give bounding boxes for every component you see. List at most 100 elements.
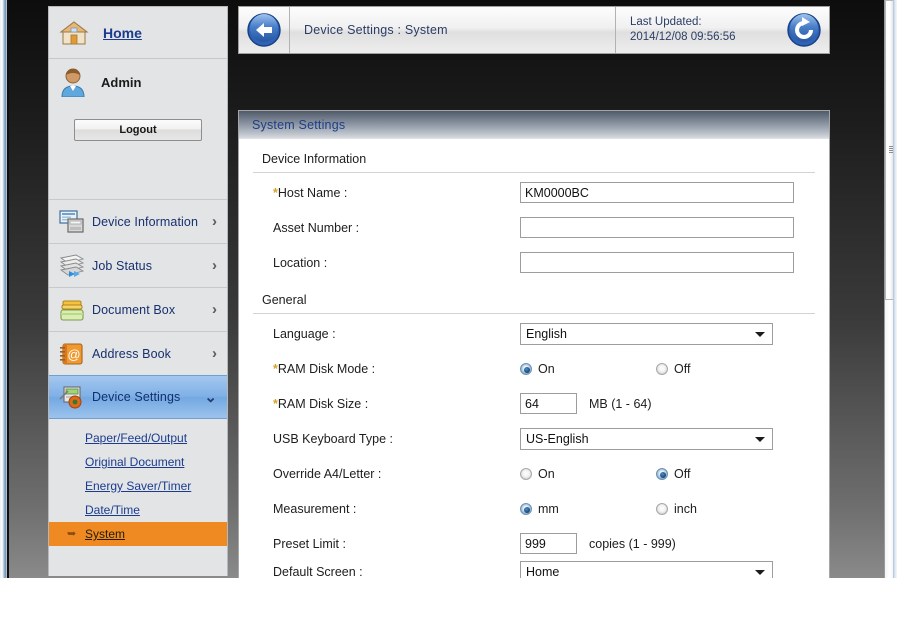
sidebar-subitem-label[interactable]: Energy Saver/Timer — [85, 479, 191, 493]
field-control: US-English — [520, 427, 815, 450]
chevron-right-icon: › — [212, 257, 217, 274]
field-row-ram-disk-mode: *RAM Disk Mode : On Off — [253, 351, 815, 386]
override-a4-letter-off-radio[interactable]: Off — [656, 467, 690, 481]
last-updated: Last Updated: 2014/12/08 09:56:56 — [616, 15, 784, 45]
last-updated-value: 2014/12/08 09:56:56 — [630, 31, 736, 43]
location-input[interactable] — [520, 252, 794, 273]
sidebar-item-label: Device Information — [92, 214, 199, 229]
field-label: *RAM Disk Size : — [273, 397, 520, 411]
radio-selected-icon — [656, 467, 668, 480]
chevron-right-icon: › — [212, 301, 217, 318]
sidebar-item-address-book[interactable]: @ Address Book › — [49, 331, 227, 375]
sidebar-submenu: Paper/Feed/Output Original Document Ener… — [49, 419, 227, 546]
logout-button[interactable]: Logout — [74, 119, 202, 141]
sidebar-subitem-system[interactable]: ➥ System — [49, 522, 227, 546]
selection-arrow-icon: ➥ — [67, 528, 77, 540]
field-control: Home — [520, 561, 815, 578]
label-text: RAM Disk Size : — [277, 396, 369, 411]
section-title-general: General — [253, 280, 815, 314]
language-select[interactable]: English — [520, 322, 773, 345]
window-left-edge-inner — [7, 0, 9, 578]
ram-disk-mode-off-radio[interactable]: Off — [656, 362, 690, 376]
chevron-down-icon: ⌄ — [204, 389, 217, 406]
device-settings-icon — [59, 385, 85, 409]
sidebar-subitem-original-document[interactable]: Original Document — [49, 450, 227, 474]
field-label: Override A4/Letter : — [273, 466, 382, 481]
field-row-preset-limit: Preset Limit : copies (1 - 999) — [253, 526, 815, 561]
panel-body: Device Information *Host Name : Asset Nu… — [239, 139, 829, 578]
user-avatar-icon — [59, 67, 87, 98]
sidebar-item-job-status[interactable]: Job Status › — [49, 243, 227, 287]
sidebar-item-device-information[interactable]: Device Information › — [49, 199, 227, 243]
system-settings-panel: System Settings Device Information *Host… — [238, 110, 830, 578]
sidebar-subitem-energy-saver-timer[interactable]: Energy Saver/Timer — [49, 474, 227, 498]
chevron-down-icon — [755, 436, 765, 442]
radio-unselected-icon — [656, 502, 668, 515]
ram-disk-size-input[interactable] — [520, 393, 577, 414]
preset-limit-input[interactable] — [520, 533, 577, 554]
ram-disk-mode-on-radio[interactable]: On — [520, 362, 656, 376]
window-left-edge — [0, 0, 7, 578]
chevron-down-icon — [755, 331, 765, 337]
label-text: Host Name : — [277, 185, 348, 200]
chevron-right-icon: › — [212, 213, 217, 230]
sidebar: Home Admin Logout Device Information › J… — [48, 6, 228, 576]
window-right-edge — [893, 0, 897, 578]
sidebar-subitem-label[interactable]: System — [85, 527, 125, 541]
last-updated-label: Last Updated: — [630, 16, 702, 28]
asset-number-input[interactable] — [520, 217, 794, 238]
default-screen-select[interactable]: Home — [520, 561, 773, 578]
radio-label: Off — [674, 361, 691, 376]
field-label: *Host Name : — [273, 186, 520, 200]
sidebar-item-document-box[interactable]: Document Box › — [49, 287, 227, 331]
field-label: Preset Limit : — [273, 536, 346, 551]
field-control — [520, 217, 815, 238]
svg-text:@: @ — [67, 347, 80, 362]
sidebar-item-label: Document Box — [92, 302, 176, 317]
document-box-icon — [59, 298, 85, 322]
radio-unselected-icon — [520, 467, 532, 480]
field-row-ram-disk-size: *RAM Disk Size : MB (1 - 64) — [253, 386, 815, 421]
field-control: On Off — [520, 362, 815, 376]
field-label: Language : — [273, 326, 336, 341]
field-row-language: Language : English — [253, 316, 815, 351]
sidebar-subitem-label[interactable]: Original Document — [85, 455, 184, 469]
section-title-device-information: Device Information — [253, 139, 815, 173]
home-icon — [59, 19, 89, 47]
sidebar-subitem-date-time[interactable]: Date/Time — [49, 498, 227, 522]
field-row-measurement: Measurement : mm inch — [253, 491, 815, 526]
field-control — [520, 252, 815, 273]
field-label: Asset Number : — [273, 220, 360, 235]
field-row-override-a4-letter: Override A4/Letter : On Off — [253, 456, 815, 491]
field-control: mm inch — [520, 502, 815, 516]
host-name-input[interactable] — [520, 182, 794, 203]
sidebar-subitem-label[interactable]: Date/Time — [85, 503, 140, 517]
field-label: Location : — [273, 255, 328, 270]
field-label: *RAM Disk Mode : — [273, 362, 520, 376]
home-link[interactable]: Home — [103, 25, 142, 41]
sidebar-item-device-settings[interactable]: Device Settings ⌄ — [49, 375, 227, 419]
admin-label: Admin — [101, 74, 142, 90]
radio-label: inch — [674, 501, 697, 516]
radio-label: On — [538, 361, 555, 376]
measurement-inch-radio[interactable]: inch — [656, 502, 697, 516]
radio-label: On — [538, 466, 555, 481]
field-control: MB (1 - 64) — [520, 393, 815, 414]
logout-wrapper: Logout — [49, 105, 227, 151]
radio-label: mm — [538, 501, 559, 516]
label-text: RAM Disk Mode : — [277, 361, 376, 376]
sidebar-home-row[interactable]: Home — [49, 7, 227, 59]
usb-keyboard-type-select[interactable]: US-English — [520, 427, 773, 450]
refresh-icon[interactable] — [784, 10, 824, 50]
back-arrow-icon[interactable] — [244, 10, 284, 50]
field-row-default-screen: Default Screen : Home — [253, 561, 815, 578]
measurement-mm-radio[interactable]: mm — [520, 502, 656, 516]
field-control: English — [520, 322, 815, 345]
job-status-icon — [59, 254, 85, 278]
main-content: Device Settings : System Last Updated: 2… — [238, 6, 838, 578]
override-a4-letter-on-radio[interactable]: On — [520, 467, 656, 481]
sidebar-subitem-paper-feed-output[interactable]: Paper/Feed/Output — [49, 426, 227, 450]
field-control — [520, 182, 815, 203]
sidebar-subitem-label[interactable]: Paper/Feed/Output — [85, 431, 187, 445]
